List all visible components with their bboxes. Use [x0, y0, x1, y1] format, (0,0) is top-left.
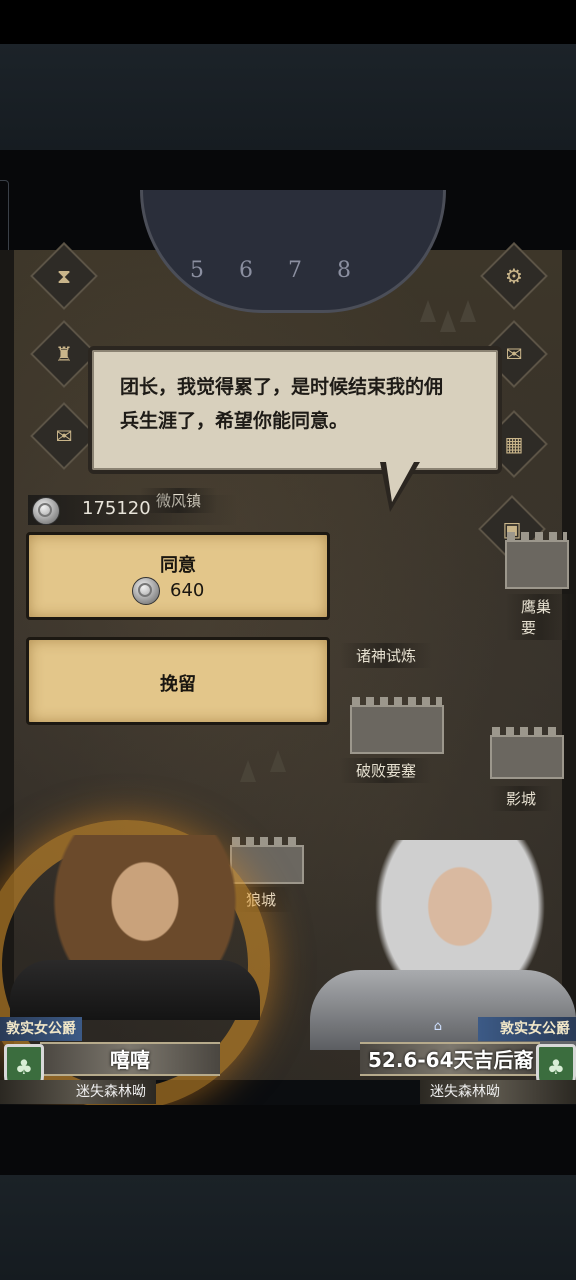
header-band	[0, 44, 576, 150]
right-character-region: 迷失森林呦	[420, 1080, 576, 1104]
map-label-trial[interactable]: 诸神试炼	[340, 643, 433, 668]
right-character-title: 敦实女公爵	[478, 1017, 576, 1041]
bottom-panel	[0, 1175, 576, 1280]
left-character-region: 迷失森林呦	[0, 1080, 156, 1104]
left-character-armor	[10, 960, 260, 1020]
right-character-name: 52.6-64天吉后裔	[368, 1048, 534, 1072]
retain-button[interactable]: 挽留	[26, 637, 330, 725]
dialog-text: 团长，我觉得累了，是时候结束我的佣兵生涯了，希望你能同意。	[120, 376, 444, 432]
map-label-eagle-nest[interactable]: 鹰巢要	[505, 594, 576, 640]
map-label-fortress[interactable]: 破败要塞	[340, 758, 433, 783]
status-bar	[0, 0, 576, 44]
map-label-right-city[interactable]: 影城	[490, 786, 553, 811]
agree-button[interactable]: 同意	[26, 532, 330, 620]
tree-icon	[420, 300, 436, 322]
agree-label: 同意	[160, 555, 196, 576]
home-icon: ⌂	[433, 1019, 442, 1034]
tree-icon	[440, 310, 456, 332]
dial-numbers: 5 6 7 8	[190, 258, 365, 283]
right-city-castle[interactable]	[490, 727, 564, 779]
silver-coin-icon	[132, 577, 160, 605]
fortress-castle[interactable]	[350, 697, 444, 754]
tree-icon	[270, 750, 286, 772]
tree-icon	[240, 760, 256, 782]
bottom-black-band	[0, 1105, 576, 1175]
eagle-nest-castle[interactable]	[505, 532, 569, 589]
left-character-name: 嘻嘻	[110, 1048, 150, 1072]
retain-label: 挽留	[160, 674, 196, 695]
left-character-title: 敦实女公爵	[0, 1017, 82, 1041]
agree-cost: 640	[170, 580, 205, 601]
speech-bubble-tail-fill	[386, 462, 414, 502]
silver-balance: 175120	[82, 498, 151, 519]
map-right-border	[562, 250, 576, 1080]
tree-icon	[460, 300, 476, 322]
silver-coin-icon	[32, 497, 60, 525]
